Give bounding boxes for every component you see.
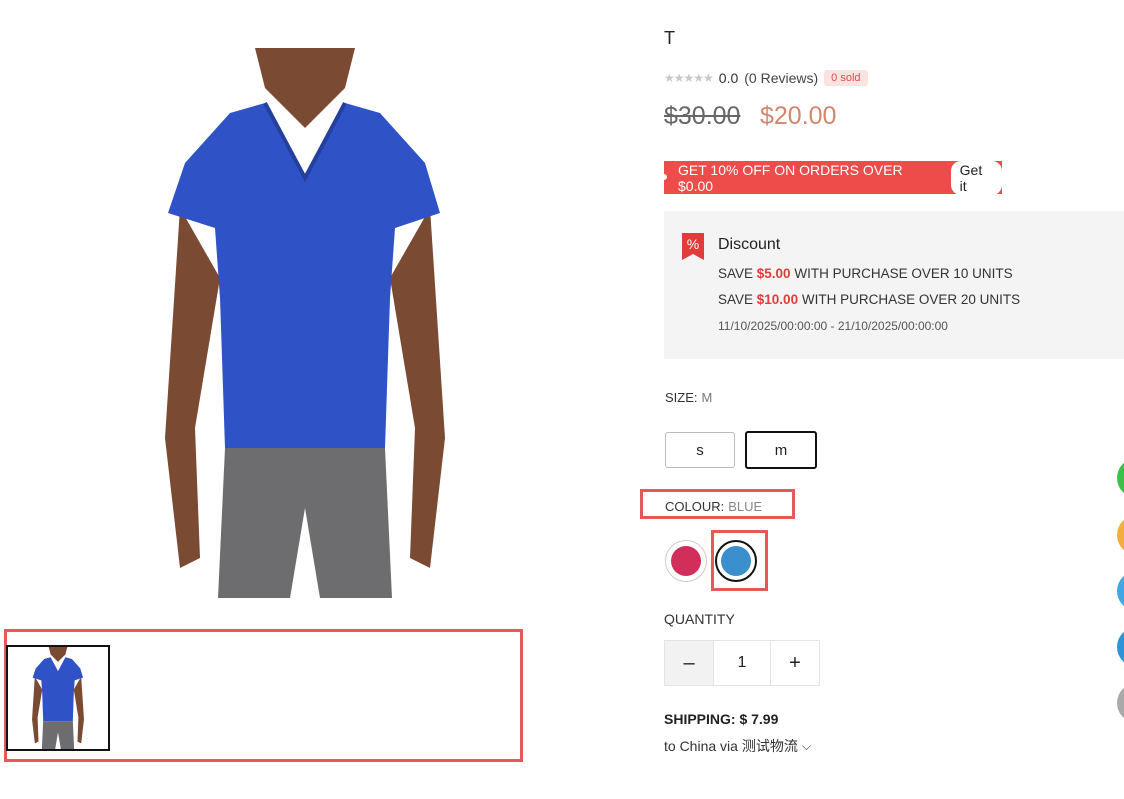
chevron-down-icon: ⌵ [801,738,811,753]
chat-button-blue[interactable] [1117,571,1124,611]
swatch-fill [721,546,751,576]
product-title: T [664,28,675,48]
quantity-stepper: – 1 + [664,640,820,686]
colour-selected-value: BLUE [728,499,763,514]
rating-value: 0.0 [718,70,739,86]
get-coupon-button[interactable]: Get it [950,160,1002,195]
colour-swatch-blue[interactable] [715,540,757,582]
sold-badge: 0 sold [824,70,868,86]
percent-tag-icon: % [682,233,704,260]
quantity-input[interactable]: 1 [713,641,771,685]
product-main-image [165,48,445,598]
chat-button-gray[interactable] [1117,683,1124,723]
chat-button-blue-2[interactable] [1117,627,1124,667]
discount-line-1: SAVE $5.00 WITH PURCHASE OVER 10 UNITS [718,266,1013,281]
star-rating-icon: ★★★★★ [664,71,714,85]
rating-row: ★★★★★ 0.0 (0 Reviews) 0 sold [664,70,868,86]
discount-date-range: 11/10/2025/00:00:00 - 21/10/2025/00:00:0… [718,319,948,333]
thumbnail-image[interactable] [6,645,110,751]
original-price: $30.00 [664,102,741,130]
discount-line-2: SAVE $10.00 WITH PURCHASE OVER 20 UNITS [718,292,1021,307]
discount-panel [664,211,1124,359]
quantity-label: QUANTITY [664,611,735,627]
coupon-banner: GET 10% OFF ON ORDERS OVER $0.00 Get it [661,160,1005,195]
colour-label: COLOUR: BLUE [665,499,763,514]
quantity-decrease-button[interactable]: – [665,641,713,685]
sale-price: $20.00 [760,102,837,130]
svg-text:%: % [687,236,699,252]
size-option-m[interactable]: m [745,431,817,469]
chat-button-green[interactable] [1117,458,1124,498]
shipping-destination[interactable]: to China via 测试物流 ⌵ [664,736,811,756]
discount-title: Discount [718,236,781,253]
chat-button-orange[interactable] [1117,515,1124,555]
reviews-link[interactable]: (0 Reviews) [744,70,818,86]
size-option-s[interactable]: s [665,432,735,468]
swatch-fill [671,546,701,576]
size-selected-value: M [701,390,713,405]
coupon-text: GET 10% OFF ON ORDERS OVER $0.00 [678,161,903,194]
quantity-increase-button[interactable]: + [771,641,819,685]
size-label: SIZE: M [665,390,713,405]
colour-swatch-pink[interactable] [665,540,707,582]
shipping-cost: SHIPPING: $ 7.99 [664,711,779,727]
